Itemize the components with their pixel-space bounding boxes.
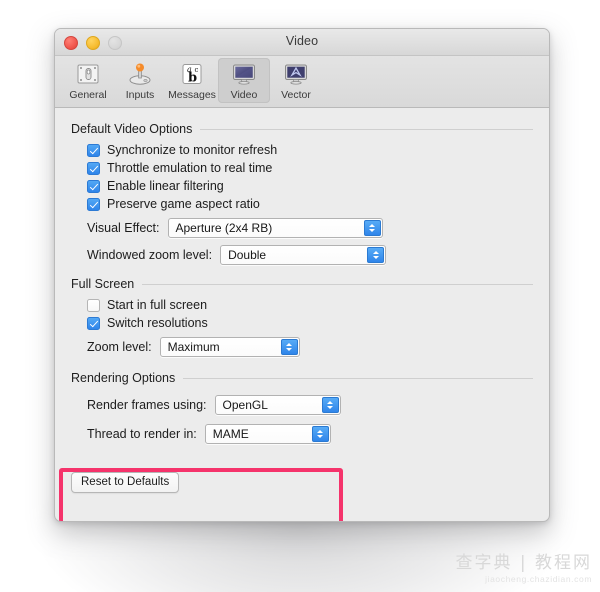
toolbar-item-video-label: Video <box>230 89 258 101</box>
field-row-thread-render: Thread to render in: MAME <box>87 424 533 444</box>
windowed-zoom-label: Windowed zoom level: <box>87 248 213 262</box>
checkbox-switch-resolutions-label: Switch resolutions <box>107 316 208 330</box>
chevron-updown-icon[interactable] <box>363 220 381 236</box>
checkbox-throttle-label: Throttle emulation to real time <box>107 161 273 175</box>
section-divider <box>200 128 533 130</box>
toolbar-item-messages-label: Messages <box>168 89 216 101</box>
checkbox-switch-resolutions[interactable] <box>87 316 100 330</box>
watermark: 查字典 | 教程网 jiaocheng.chazidian.com <box>455 548 592 584</box>
window-title: Video <box>285 34 319 48</box>
preferences-toolbar: General Inputs a c b Messages Video Vect… <box>55 56 549 108</box>
toolbar-item-video[interactable]: Video <box>218 58 270 103</box>
monitor-icon <box>229 60 259 88</box>
checkbox-start-fullscreen-label: Start in full screen <box>107 298 208 312</box>
checkbox-sync-monitor[interactable] <box>87 143 100 157</box>
visual-effect-label: Visual Effect: <box>87 221 160 235</box>
checkbox-linear-filtering[interactable] <box>87 179 100 193</box>
section-divider <box>183 377 533 379</box>
watermark-sub-text: jiaocheng.chazidian.com <box>485 574 592 584</box>
joystick-icon <box>125 60 155 88</box>
checkbox-row-switch-resolutions[interactable]: Switch resolutions <box>87 316 533 330</box>
windowed-zoom-value: Double <box>228 248 267 262</box>
field-row-windowed-zoom: Windowed zoom level: Double <box>87 245 533 265</box>
checkbox-sync-monitor-label: Synchronize to monitor refresh <box>107 143 278 157</box>
checkbox-start-fullscreen[interactable] <box>87 298 100 312</box>
toolbar-item-general-label: General <box>69 89 107 101</box>
section-header-full-screen-label: Full Screen <box>71 277 135 291</box>
checkbox-row-aspect-ratio[interactable]: Preserve game aspect ratio <box>87 197 533 211</box>
zoom-level-popup[interactable]: Maximum <box>159 337 300 357</box>
chevron-updown-icon[interactable] <box>367 247 385 263</box>
section-header-rendering-label: Rendering Options <box>71 371 176 385</box>
field-row-zoom-level: Zoom level: Maximum <box>87 337 533 357</box>
checkbox-row-start-fullscreen[interactable]: Start in full screen <box>87 298 533 312</box>
reset-to-defaults-button[interactable]: Reset to Defaults <box>71 472 180 493</box>
vector-monitor-icon <box>281 60 311 88</box>
window-titlebar: Video <box>55 29 549 56</box>
windowed-zoom-popup[interactable]: Double <box>220 245 387 265</box>
section-header-default-video-label: Default Video Options <box>71 122 193 136</box>
checkbox-throttle[interactable] <box>87 161 100 175</box>
thread-render-value: MAME <box>212 427 249 441</box>
toolbar-item-vector-label: Vector <box>281 89 311 101</box>
chevron-updown-icon[interactable] <box>311 426 329 442</box>
section-header-default-video: Default Video Options <box>71 122 533 136</box>
preferences-content: Default Video Options Synchronize to mon… <box>55 108 549 521</box>
field-row-visual-effect: Visual Effect: Aperture (2x4 RB) <box>87 218 533 238</box>
checkbox-aspect-ratio-label: Preserve game aspect ratio <box>107 197 260 211</box>
watermark-main-text: 查字典 | 教程网 <box>455 553 592 573</box>
render-frames-label: Render frames using: <box>87 398 207 412</box>
field-row-render-frames: Render frames using: OpenGL <box>87 395 533 415</box>
thread-render-popup[interactable]: MAME <box>204 424 331 444</box>
preferences-window: Video General Inputs a c b Messages Vide… <box>54 28 550 522</box>
toolbar-item-inputs-label: Inputs <box>125 89 155 101</box>
toolbar-item-general[interactable]: General <box>62 58 114 103</box>
render-frames-popup[interactable]: OpenGL <box>214 395 341 415</box>
section-divider <box>142 283 533 285</box>
render-frames-value: OpenGL <box>222 398 268 412</box>
checkbox-row-sync-monitor[interactable]: Synchronize to monitor refresh <box>87 143 533 157</box>
visual-effect-value: Aperture (2x4 RB) <box>175 221 273 235</box>
toolbar-item-vector[interactable]: Vector <box>270 58 322 103</box>
checkbox-row-linear-filtering[interactable]: Enable linear filtering <box>87 179 533 193</box>
checkbox-aspect-ratio[interactable] <box>87 197 100 211</box>
chevron-updown-icon[interactable] <box>280 339 298 355</box>
section-header-full-screen: Full Screen <box>71 277 533 291</box>
abc-icon: a c b <box>177 60 207 88</box>
toolbar-item-inputs[interactable]: Inputs <box>114 58 166 103</box>
toolbar-item-messages[interactable]: a c b Messages <box>166 58 218 103</box>
svg-text:b: b <box>188 71 197 86</box>
thread-render-label: Thread to render in: <box>87 427 197 441</box>
visual-effect-popup[interactable]: Aperture (2x4 RB) <box>167 218 383 238</box>
chevron-updown-icon[interactable] <box>321 397 339 413</box>
zoom-level-label: Zoom level: <box>87 340 152 354</box>
switch-icon <box>73 60 103 88</box>
zoom-level-value: Maximum <box>167 340 220 354</box>
checkbox-row-throttle[interactable]: Throttle emulation to real time <box>87 161 533 175</box>
checkbox-linear-filtering-label: Enable linear filtering <box>107 179 224 193</box>
section-header-rendering: Rendering Options <box>71 371 533 385</box>
